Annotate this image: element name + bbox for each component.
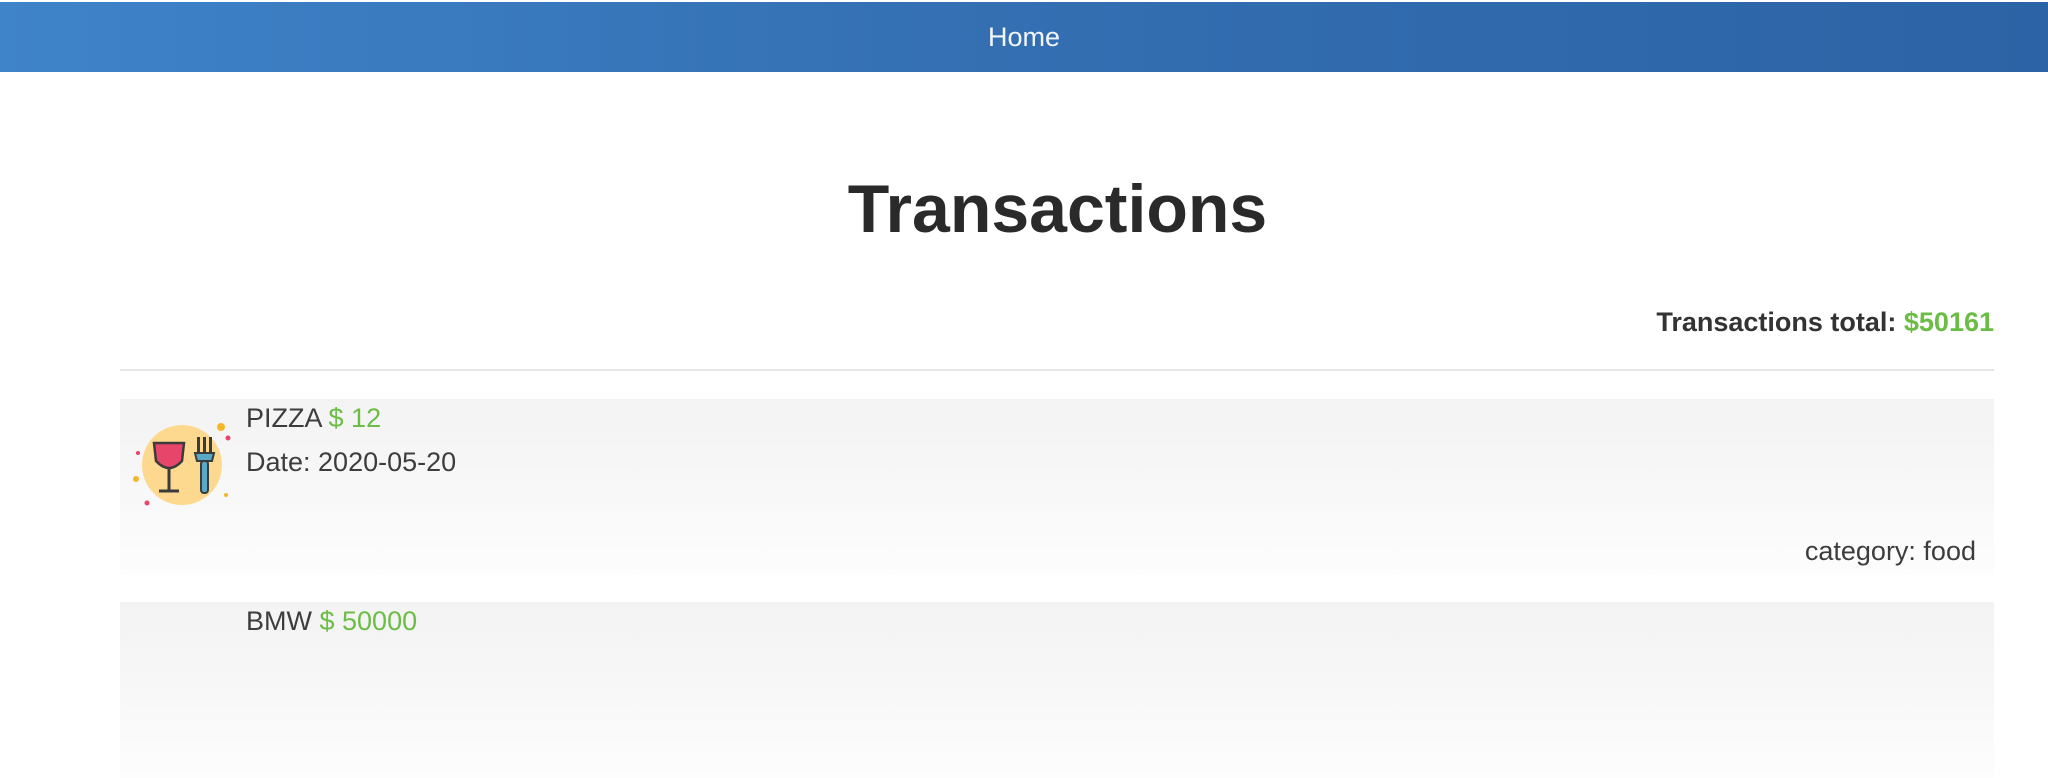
nav-home-link[interactable]: Home xyxy=(988,22,1060,53)
transaction-category: category: food xyxy=(1804,536,1976,566)
page-title: Transactions xyxy=(847,171,1268,247)
transaction-card[interactable]: PIZZA $ 12 Date: 2020-05-20 category: fo… xyxy=(120,399,1994,575)
transaction-header: BMW $ 50000 xyxy=(246,606,417,637)
transaction-date: Date: 2020-05-20 xyxy=(246,447,457,477)
top-navbar: Home xyxy=(0,2,2048,72)
divider xyxy=(120,369,1994,371)
transactions-total-label: Transactions total: xyxy=(1656,307,1897,337)
transactions-total: Transactions total: $50161 xyxy=(1656,307,1994,338)
transaction-amount: $ 50000 xyxy=(319,606,418,636)
food-wine-fork-icon xyxy=(133,423,231,506)
transaction-name: BMW xyxy=(246,606,312,636)
transaction-amount: $ 12 xyxy=(328,403,382,433)
transactions-total-amount: $50161 xyxy=(1903,307,1994,337)
transaction-name: PIZZA xyxy=(246,403,322,433)
transaction-card[interactable]: BMW $ 50000 xyxy=(120,602,1994,778)
transaction-header: PIZZA $ 12 xyxy=(246,403,381,434)
